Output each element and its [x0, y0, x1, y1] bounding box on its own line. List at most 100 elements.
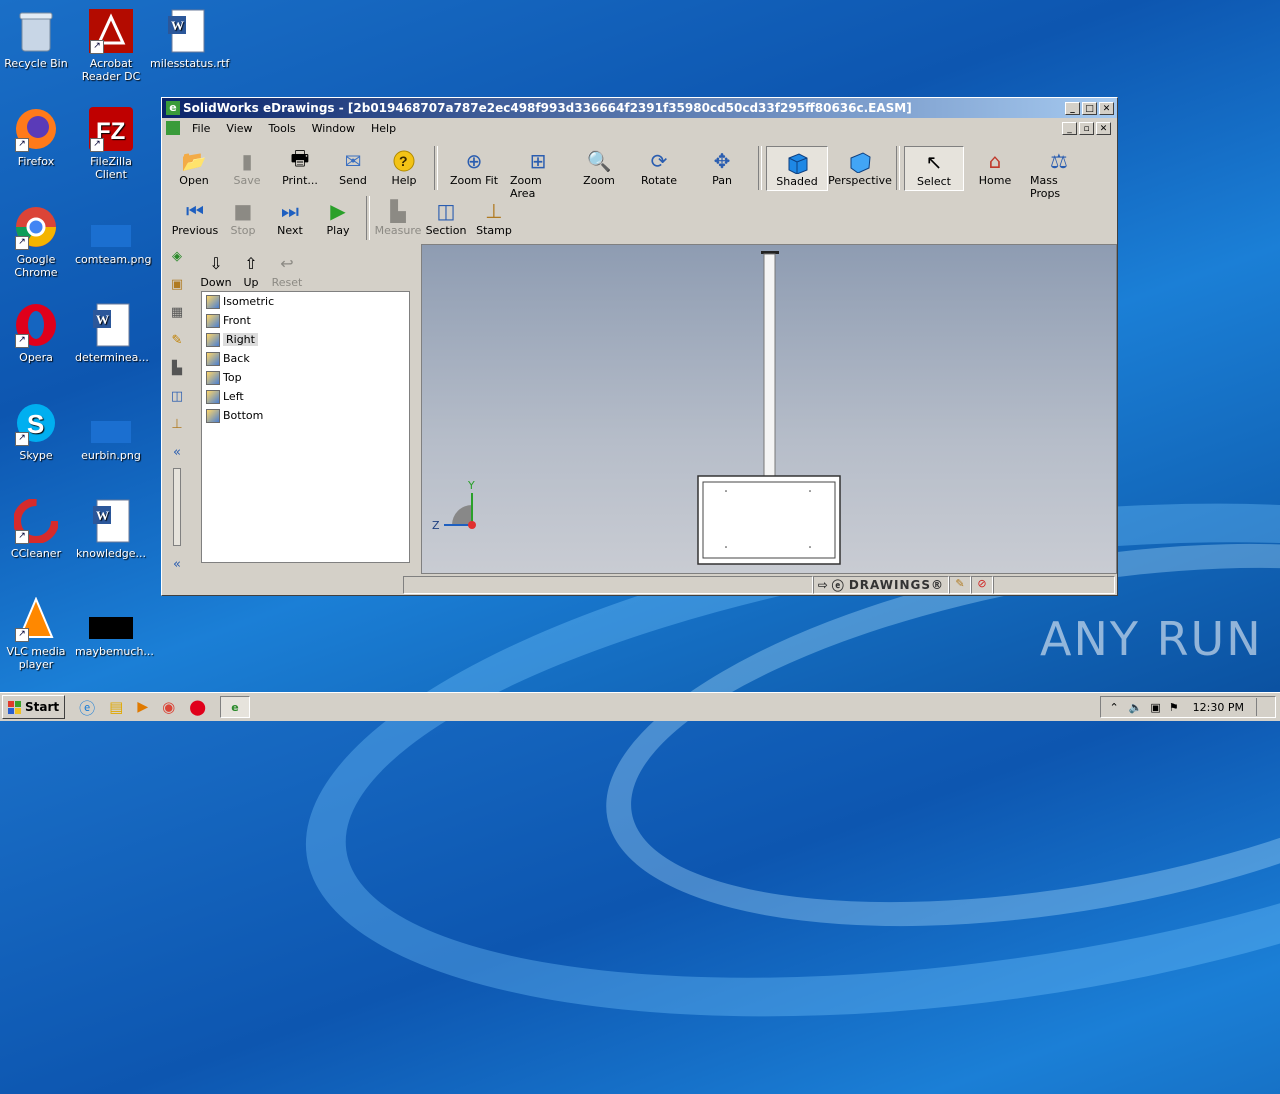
desktop-icon-knowledge[interactable]: W knowledge...: [75, 498, 147, 560]
collapse-up-icon[interactable]: «: [166, 440, 188, 464]
desktop-icon-chrome[interactable]: ↗ Google Chrome: [0, 204, 72, 279]
view-icon: [206, 332, 220, 347]
open-button[interactable]: 📂 Open: [166, 146, 222, 189]
doc-restore-button[interactable]: ▫: [1079, 121, 1094, 135]
edrawings-window[interactable]: e SolidWorks eDrawings - [2b019468707a78…: [161, 97, 1118, 596]
model-viewport[interactable]: Y Z: [421, 244, 1117, 574]
maximize-button[interactable]: □: [1082, 101, 1097, 115]
minimize-button[interactable]: _: [1065, 101, 1080, 115]
measure-icon: ▙: [390, 199, 406, 223]
desktop-icon-firefox[interactable]: ↗ Firefox: [0, 106, 72, 168]
play-button[interactable]: ▶ Play: [314, 196, 362, 239]
list-item-left[interactable]: Left: [202, 387, 409, 406]
home-button[interactable]: ⌂ Home: [964, 146, 1026, 189]
shaded-cube-icon: [784, 149, 810, 175]
edrawings-taskbar-button[interactable]: e: [220, 696, 251, 718]
rotate-button[interactable]: ⟳ Rotate: [628, 146, 690, 189]
list-item-bottom[interactable]: Bottom: [202, 406, 409, 425]
desktop-icon-maybemuch[interactable]: maybemuch...: [75, 596, 154, 658]
zoom-fit-button[interactable]: ⊕ Zoom Fit: [442, 146, 506, 189]
menu-window[interactable]: Window: [304, 122, 363, 135]
opera-taskbar-icon[interactable]: ⬤: [189, 698, 206, 716]
printer-icon: 🖶: [290, 146, 310, 170]
print-button[interactable]: 🖶 Print...: [272, 146, 328, 189]
explorer-icon[interactable]: ▤: [109, 698, 123, 716]
markup-status-icon[interactable]: ✎: [949, 576, 971, 594]
stop-button[interactable]: ■ Stop: [220, 196, 266, 239]
menu-view[interactable]: View: [218, 122, 260, 135]
stamp-button[interactable]: ⊥ Stamp: [470, 196, 518, 239]
perspective-button[interactable]: Perspective: [828, 146, 892, 189]
desktop-icon-eurbin[interactable]: eurbin.png: [75, 400, 147, 462]
start-button[interactable]: Start: [2, 695, 66, 719]
stamp-tab-icon[interactable]: ⊥: [166, 412, 188, 436]
help-icon: ?: [391, 148, 417, 174]
previous-button[interactable]: ⏮ Previous: [170, 196, 220, 239]
title-bar[interactable]: e SolidWorks eDrawings - [2b019468707a78…: [162, 98, 1117, 118]
desktop-icon-milesstatus[interactable]: W milesstatus.rtf: [150, 8, 229, 70]
up-button[interactable]: ⇧ Up: [234, 248, 268, 291]
clock[interactable]: 12:30 PM: [1193, 701, 1244, 714]
desktop-icon-recycle-bin[interactable]: Recycle Bin: [0, 8, 72, 70]
help-button[interactable]: ? Help: [378, 146, 430, 189]
collapse-down-icon[interactable]: «: [166, 552, 188, 576]
mass-props-button[interactable]: ⚖ Mass Props: [1026, 146, 1092, 202]
desktop-icon-determinea[interactable]: W determinea...: [75, 302, 149, 364]
desktop-icon-opera[interactable]: ↗ Opera: [0, 302, 72, 364]
flag-icon[interactable]: ⚑: [1169, 701, 1179, 714]
rotate-icon: ⟳: [650, 149, 668, 173]
save-button[interactable]: ▮ Save: [222, 146, 272, 189]
window-title: SolidWorks eDrawings - [2b019468707a787e…: [183, 101, 912, 115]
zoom-button[interactable]: 🔍 Zoom: [570, 146, 628, 189]
views-tab-icon[interactable]: ▣: [166, 272, 188, 296]
views-list[interactable]: Isometric Front Right Back Top Left Bott…: [201, 291, 410, 563]
volume-icon[interactable]: 🔈: [1129, 701, 1143, 714]
zoom-fit-icon: ⊕: [465, 149, 483, 173]
menu-help[interactable]: Help: [363, 122, 404, 135]
doc-minimize-button[interactable]: _: [1062, 121, 1077, 135]
ie-icon[interactable]: ⓔ: [79, 695, 95, 719]
close-button[interactable]: ✕: [1099, 101, 1114, 115]
list-item-front[interactable]: Front: [202, 311, 409, 330]
measure-button[interactable]: ▙ Measure: [374, 196, 422, 239]
desktop-icon-vlc[interactable]: ↗ VLC media player: [0, 596, 72, 671]
list-item-top[interactable]: Top: [202, 368, 409, 387]
side-scroll-track[interactable]: [173, 468, 181, 546]
send-button[interactable]: ✉ Send: [328, 146, 378, 189]
menu-tools[interactable]: Tools: [261, 122, 304, 135]
view-icon: [206, 370, 220, 385]
list-item-back[interactable]: Back: [202, 349, 409, 368]
zoom-area-button[interactable]: ⊞ Zoom Area: [506, 146, 570, 202]
select-button[interactable]: ↖ Select: [904, 146, 964, 191]
show-desktop-button[interactable]: [1256, 698, 1267, 716]
sheets-tab-icon[interactable]: ▦: [166, 300, 188, 324]
document-icon[interactable]: [166, 121, 180, 135]
tray-expand-icon[interactable]: ⌃: [1109, 701, 1118, 714]
list-item-right[interactable]: Right: [202, 330, 409, 349]
pan-button[interactable]: ✥ Pan: [690, 146, 754, 189]
shaded-button[interactable]: Shaded: [766, 146, 828, 191]
network-icon[interactable]: ▣: [1150, 701, 1160, 714]
desktop-icon-filezilla[interactable]: FZ ↗ FileZilla Client: [75, 106, 147, 181]
measure-tab-icon[interactable]: ▙: [166, 356, 188, 380]
desktop-icon-acrobat[interactable]: ↗ Acrobat Reader DC: [75, 8, 147, 83]
menu-file[interactable]: File: [184, 122, 218, 135]
section-button[interactable]: ◫ Section: [422, 196, 470, 239]
next-button[interactable]: ⏭ Next: [266, 196, 314, 239]
desktop-icon-comteam[interactable]: comteam.png: [75, 204, 151, 266]
section-tab-icon[interactable]: ◫: [166, 384, 188, 408]
components-tab-icon[interactable]: ◈: [166, 244, 188, 268]
doc-close-button[interactable]: ✕: [1096, 121, 1111, 135]
no-edit-icon[interactable]: ⊘: [971, 576, 993, 594]
media-player-icon[interactable]: ▶: [137, 699, 148, 715]
reset-button[interactable]: ↩ Reset: [268, 248, 306, 291]
desktop-icon-skype[interactable]: S ↗ Skype: [0, 400, 72, 462]
list-item-isometric[interactable]: Isometric: [202, 292, 409, 311]
markup-tab-icon[interactable]: ✎: [166, 328, 188, 352]
edrawings-logo: ⇨ ⓔ DRAWINGS®: [812, 576, 949, 594]
desktop-icon-ccleaner[interactable]: ↗ CCleaner: [0, 498, 72, 560]
views-panel-toolbar: ⇩ Down ⇧ Up ↩ Reset: [198, 248, 306, 291]
chrome-taskbar-icon[interactable]: ◉: [162, 698, 175, 716]
main-toolbar: 📂 Open ▮ Save 🖶 Print... ✉ Send ? Help ⊕ Zoom …: [166, 146, 1092, 202]
down-button[interactable]: ⇩ Down: [198, 248, 234, 291]
